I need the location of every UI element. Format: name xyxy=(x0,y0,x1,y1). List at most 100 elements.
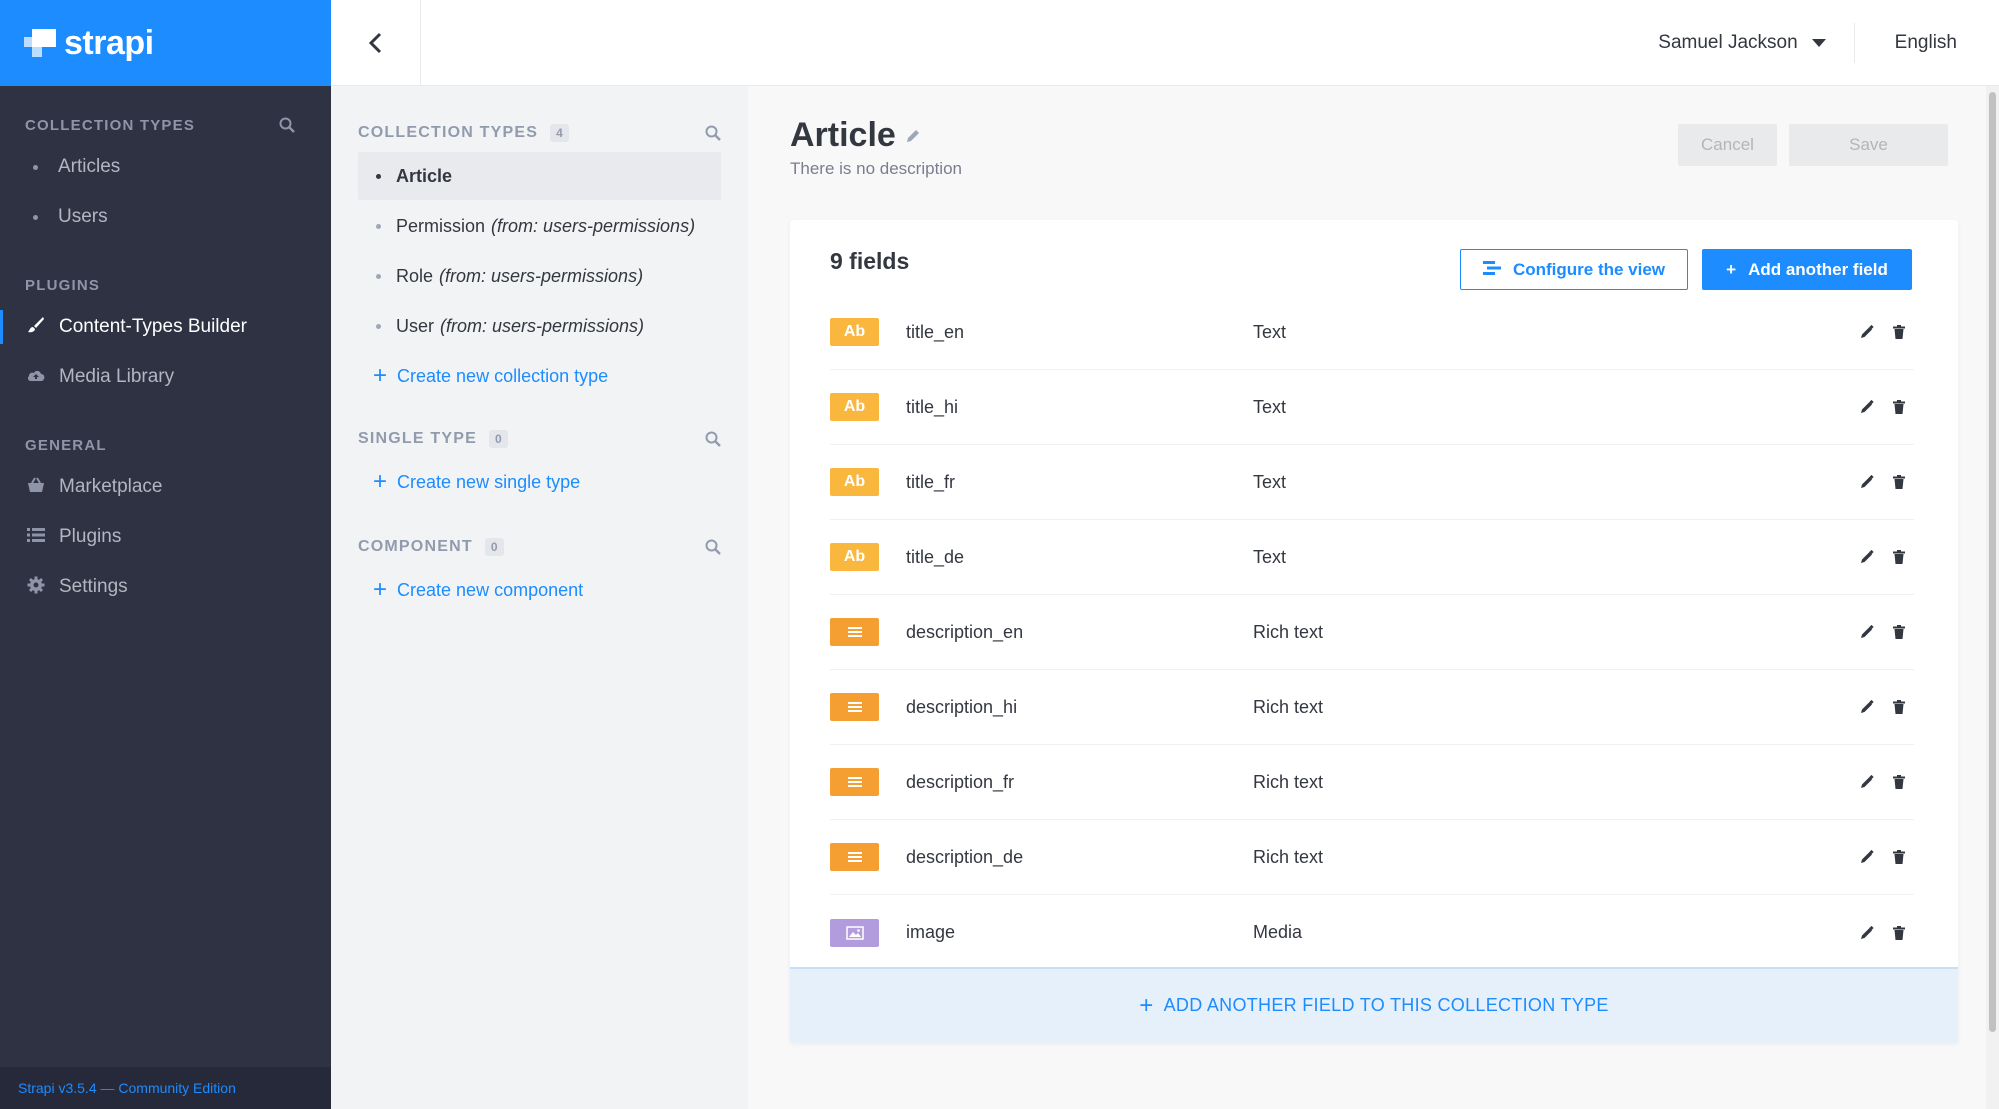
trash-icon[interactable] xyxy=(1892,475,1906,489)
single-type-section: SINGLE TYPE 0 + Create new single type xyxy=(358,422,721,506)
nav-section-header: GENERAL xyxy=(0,428,331,462)
page-title: Article xyxy=(790,116,962,155)
field-type: Rich text xyxy=(1253,771,1324,792)
collection-item-label: Role xyxy=(396,265,434,286)
field-row[interactable]: description_en Rich text xyxy=(830,595,1914,670)
pencil-icon[interactable] xyxy=(904,127,922,145)
row-actions xyxy=(1860,400,1906,414)
sidebar-item-users[interactable]: Users xyxy=(0,192,331,242)
field-name: image xyxy=(906,922,956,942)
field-type: Text xyxy=(1253,471,1287,492)
edit-icon[interactable] xyxy=(1860,700,1874,714)
field-row[interactable]: Ab title_en Text xyxy=(830,295,1914,370)
edit-icon[interactable] xyxy=(1860,925,1874,940)
field-row[interactable]: description_fr Rich text xyxy=(830,745,1914,820)
edit-icon[interactable] xyxy=(1860,850,1874,864)
component-section: COMPONENT 0 + Create new component xyxy=(358,530,721,614)
plus-icon: + xyxy=(1139,991,1154,1019)
section-title-text: COMPONENT xyxy=(358,538,473,555)
media-type-icon xyxy=(830,918,879,947)
create-collection-type-link[interactable]: + Create new collection type xyxy=(358,352,721,400)
field-row[interactable]: Ab title_fr Text xyxy=(830,445,1914,520)
fields-card: 9 fields Configure the view + Add anothe… xyxy=(790,220,1958,1042)
add-field-label: Add another field xyxy=(1748,259,1888,279)
row-actions xyxy=(1860,475,1906,489)
section-title: SINGLE TYPE 0 xyxy=(358,430,508,448)
page-description: There is no description xyxy=(790,159,962,178)
trash-icon[interactable] xyxy=(1892,400,1906,414)
field-row[interactable]: image Media xyxy=(830,895,1914,970)
create-link-label: Create new collection type xyxy=(397,365,609,386)
configure-icon xyxy=(1482,260,1501,280)
cancel-button[interactable]: Cancel xyxy=(1678,124,1777,166)
back-button[interactable] xyxy=(331,0,421,86)
text-type-icon: Ab xyxy=(830,543,879,571)
text-type-icon: Ab xyxy=(830,318,879,346)
collection-item-role[interactable]: Role (from: users-permissions) xyxy=(358,252,721,300)
trash-icon[interactable] xyxy=(1892,625,1906,639)
edit-icon[interactable] xyxy=(1860,400,1874,414)
create-component-link[interactable]: + Create new component xyxy=(358,566,721,614)
edit-icon[interactable] xyxy=(1860,625,1874,639)
chevron-left-icon xyxy=(368,32,381,53)
field-row[interactable]: description_de Rich text xyxy=(830,820,1914,895)
fields-list: Ab title_en Text Ab title_hi Text Ab tit… xyxy=(830,295,1914,970)
collection-item-permission[interactable]: Permission (from: users-permissions) xyxy=(358,202,721,250)
search-icon[interactable] xyxy=(705,431,721,447)
field-row[interactable]: Ab title_de Text xyxy=(830,520,1914,595)
nav-section-header: PLUGINS xyxy=(0,268,331,302)
user-name: Samuel Jackson xyxy=(1658,31,1798,53)
language-selector[interactable]: English xyxy=(1855,32,1999,54)
search-icon[interactable] xyxy=(705,539,721,555)
trash-icon[interactable] xyxy=(1892,775,1906,789)
trash-icon[interactable] xyxy=(1892,700,1906,714)
app-root: strapi COLLECTION TYPES Articles Users P… xyxy=(0,0,1999,1109)
sidebar-item-plugins[interactable]: Plugins xyxy=(0,512,331,562)
field-row[interactable]: description_hi Rich text xyxy=(830,670,1914,745)
user-menu[interactable]: Samuel Jackson xyxy=(1658,22,1855,63)
field-type: Rich text xyxy=(1253,696,1324,717)
sidebar-item-content-types-builder[interactable]: Content-Types Builder xyxy=(0,302,331,352)
sidebar-item-marketplace[interactable]: Marketplace xyxy=(0,462,331,512)
rich-text-type-icon xyxy=(830,618,879,646)
search-icon[interactable] xyxy=(279,117,295,133)
vertical-scrollbar[interactable] xyxy=(1986,86,1999,1109)
nav-section-title: GENERAL xyxy=(25,436,107,454)
add-field-footer-button[interactable]: + ADD ANOTHER FIELD TO THIS COLLECTION T… xyxy=(790,967,1958,1042)
sidebar-item-label: Users xyxy=(58,206,108,227)
brand-logo[interactable]: strapi xyxy=(0,0,331,86)
text-type-icon: Ab xyxy=(830,393,879,421)
add-another-field-button[interactable]: + Add another field xyxy=(1702,249,1912,290)
trash-icon[interactable] xyxy=(1892,850,1906,864)
field-row[interactable]: Ab title_hi Text xyxy=(830,370,1914,445)
trash-icon[interactable] xyxy=(1892,550,1906,564)
collection-item-article[interactable]: Article xyxy=(358,152,721,200)
search-icon[interactable] xyxy=(705,125,721,141)
field-name: title_en xyxy=(906,321,965,342)
trash-icon[interactable] xyxy=(1892,925,1906,940)
gear-icon xyxy=(25,576,47,599)
version-footer[interactable]: Strapi v3.5.4 — Community Edition xyxy=(0,1067,331,1109)
scrollbar-thumb[interactable] xyxy=(1989,92,1996,1032)
save-button[interactable]: Save xyxy=(1789,124,1948,166)
field-name: description_en xyxy=(906,621,1024,642)
edit-icon[interactable] xyxy=(1860,325,1874,339)
edit-icon[interactable] xyxy=(1860,775,1874,789)
create-single-type-link[interactable]: + Create new single type xyxy=(358,458,721,506)
field-type: Text xyxy=(1253,321,1287,342)
sidebar-item-media-library[interactable]: Media Library xyxy=(0,352,331,402)
edit-icon[interactable] xyxy=(1860,550,1874,564)
trash-icon[interactable] xyxy=(1892,325,1906,339)
sidebar-item-articles[interactable]: Articles xyxy=(0,142,331,192)
configure-view-button[interactable]: Configure the view xyxy=(1460,249,1688,290)
collection-item-origin: (from: users-permissions) xyxy=(440,315,645,336)
edit-icon[interactable] xyxy=(1860,475,1874,489)
collection-item-user[interactable]: User (from: users-permissions) xyxy=(358,302,721,350)
row-actions xyxy=(1860,550,1906,564)
sidebar-item-settings[interactable]: Settings xyxy=(0,562,331,612)
field-type: Text xyxy=(1253,546,1287,567)
field-type: Media xyxy=(1253,922,1303,942)
paintbrush-icon xyxy=(25,316,47,339)
field-name: description_de xyxy=(906,846,1024,867)
bullet-icon xyxy=(376,273,381,279)
